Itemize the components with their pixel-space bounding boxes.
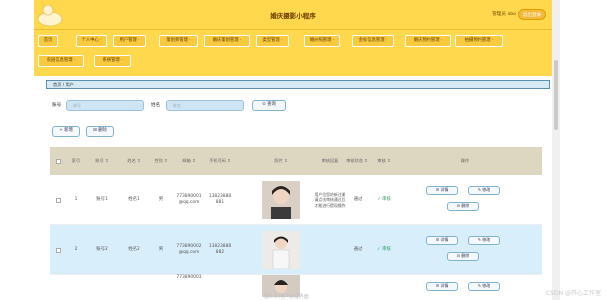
nav-item-farm[interactable]: 农园信息管理 · bbox=[38, 55, 84, 67]
nav-item-personal[interactable]: 个人中心 · bbox=[76, 35, 107, 47]
header-audit[interactable]: 审核 ⇕ bbox=[372, 147, 396, 175]
cell-status: 通过 bbox=[353, 246, 363, 252]
cell-account: 账号2 bbox=[96, 246, 108, 252]
add-button[interactable]: + 新增 bbox=[52, 126, 80, 137]
cell-reply bbox=[314, 225, 346, 275]
cell-phone: 13823888882 bbox=[208, 243, 232, 256]
cell-name: 姓名2 bbox=[128, 246, 140, 252]
cell-email: 773890001@qq.com bbox=[176, 193, 202, 206]
cell-account: 账号1 bbox=[96, 196, 108, 202]
header-account[interactable]: 账号 ⇕ bbox=[88, 147, 116, 175]
nav-item-types[interactable]: 类型管理 · bbox=[256, 35, 289, 47]
breadcrumb-current: 用户 bbox=[65, 82, 74, 87]
logout-button[interactable]: 退出登录 bbox=[518, 9, 546, 20]
nav-item-info[interactable]: 金标信息管理 · bbox=[352, 35, 394, 47]
nav-item-planners[interactable]: 策划师管理 · bbox=[159, 35, 198, 47]
table-row: 2 账号2 姓名2 男 773890002@qq.com 13823888882… bbox=[50, 225, 542, 275]
select-all-checkbox[interactable] bbox=[55, 158, 61, 164]
cell-name: 姓名1 bbox=[128, 196, 140, 202]
row-delete-button[interactable]: ⊟ 删除 bbox=[447, 202, 479, 211]
scrollbar-thumb[interactable] bbox=[554, 60, 558, 130]
top-bar: 婚庆摄影小程序 管理员 abo 退出登录 bbox=[34, 0, 552, 30]
table-header: 索引 账号 ⇕ 姓名 ⇕ 性别 ⇕ 邮箱 ⇕ 手机号码 ⇕ 照片 ⇕ 审核回复 … bbox=[50, 147, 542, 175]
audit-link[interactable]: ✓ 审核 bbox=[372, 225, 396, 275]
edit-button[interactable]: ✎ 修改 bbox=[468, 236, 500, 245]
row-checkbox[interactable] bbox=[55, 197, 61, 203]
detail-button[interactable]: ☰ 详情 bbox=[426, 186, 458, 195]
header-name[interactable]: 姓名 ⇕ bbox=[120, 147, 148, 175]
user-photo bbox=[262, 181, 300, 219]
cell-reply: 用户位您的新注册请点击审核通过后才能进行提现操作 bbox=[314, 192, 346, 208]
nav-item-users[interactable]: 用户管理 · bbox=[113, 35, 146, 47]
row-checkbox[interactable] bbox=[55, 247, 61, 253]
header-actions: 操作 bbox=[460, 158, 470, 163]
figure-caption: 图5-3 用户管理界面 bbox=[264, 294, 309, 300]
edit-button[interactable]: ✎ 修改 bbox=[468, 186, 500, 195]
name-label: 姓名 bbox=[151, 103, 161, 108]
account-input[interactable]: 账号 bbox=[66, 100, 144, 111]
account-label: 账号 bbox=[52, 103, 62, 108]
cell-gender: 男 bbox=[158, 246, 164, 252]
header-email[interactable]: 邮箱 ⇕ bbox=[176, 147, 202, 175]
query-button[interactable]: ⊙ 查询 bbox=[252, 100, 286, 111]
header-photo[interactable]: 照片 ⇕ bbox=[266, 147, 296, 175]
header-phone[interactable]: 手机号码 ⇕ bbox=[208, 147, 232, 175]
cell-phone: 13823888881 bbox=[208, 193, 232, 206]
header-status[interactable]: 审核状态 ⇕ bbox=[345, 147, 369, 175]
nav-item-wedding-plans[interactable]: 婚庆策划管理 · bbox=[204, 35, 250, 47]
watermark: CSDN @开心工作室 bbox=[545, 290, 601, 297]
nav-item-system[interactable]: 系统管理 · bbox=[94, 55, 131, 67]
app-window: 婚庆摄影小程序 管理员 abo 退出登录 首页 个人中心 · 用户管理 · 策划… bbox=[34, 0, 552, 300]
cell-index: 1 bbox=[74, 196, 78, 202]
user-label: 管理员 abo bbox=[492, 12, 516, 17]
scrollbar[interactable] bbox=[552, 0, 560, 300]
header-reply: 审核回复 bbox=[321, 158, 339, 163]
delete-button[interactable]: ⊟ 删除 bbox=[86, 126, 114, 137]
detail-button[interactable]: ☰ 详情 bbox=[426, 282, 458, 291]
nav-item-photo-booking[interactable]: 拍摄预约管理 · bbox=[455, 35, 503, 47]
breadcrumb-home[interactable]: 首页 bbox=[53, 82, 61, 87]
edit-button[interactable]: ✎ 修改 bbox=[468, 282, 500, 291]
header-index: 索引 bbox=[71, 158, 81, 163]
breadcrumb: 首页 / 用户 bbox=[46, 80, 550, 89]
name-input[interactable]: 姓名 bbox=[166, 100, 244, 111]
nav-item-home[interactable]: 首页 bbox=[38, 35, 58, 47]
audit-link[interactable]: ✓ 审核 bbox=[372, 175, 396, 225]
user-photo bbox=[262, 231, 300, 269]
table-row: 1 账号1 姓名1 男 773890001@qq.com 13823888881… bbox=[50, 175, 542, 225]
row-delete-button[interactable]: ⊟ 删除 bbox=[447, 252, 479, 261]
app-title: 婚庆摄影小程序 bbox=[270, 12, 316, 20]
detail-button[interactable]: ☰ 详情 bbox=[426, 236, 458, 245]
cell-index: 2 bbox=[74, 246, 78, 252]
nav-item-wedding-booking[interactable]: 婚庆预约管理 · bbox=[405, 35, 451, 47]
header-gender[interactable]: 性别 ⇕ bbox=[150, 147, 172, 175]
main-nav: 首页 个人中心 · 用户管理 · 策划师管理 · 婚庆策划管理 · 类型管理 ·… bbox=[34, 30, 552, 76]
cell-gender: 男 bbox=[158, 196, 164, 202]
cell-email: 773890002@qq.com bbox=[176, 243, 202, 256]
cell-status: 通过 bbox=[353, 196, 363, 202]
nav-item-photos[interactable]: 婚纱照管理 · bbox=[304, 35, 340, 47]
cell-email: 773890003 bbox=[176, 275, 202, 280]
